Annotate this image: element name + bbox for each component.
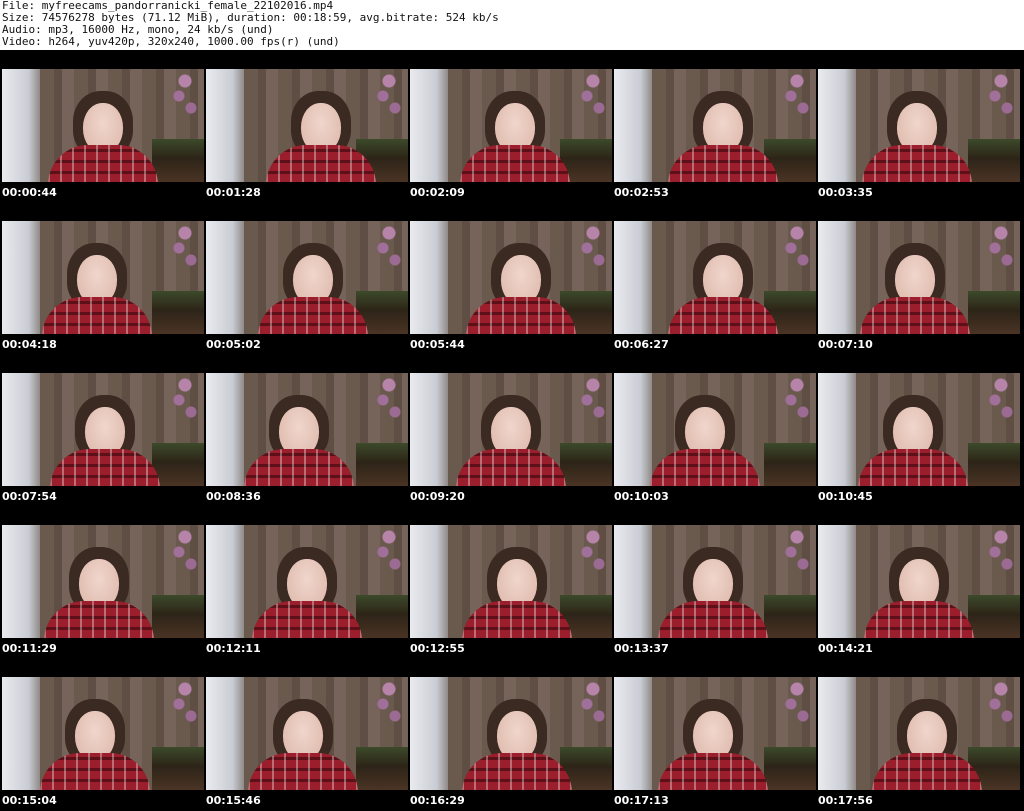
thumbnail-tile: 00:06:27 (612, 202, 816, 354)
thumbnail-tile: 00:00:44 (0, 50, 204, 202)
thumbnail-timestamp: 00:00:44 (2, 186, 57, 199)
thumbnail-tile: 00:12:11 (204, 506, 408, 658)
thumbnail-tile: 00:15:46 (204, 658, 408, 810)
file-name-line: File: myfreecams_pandorranicki_female_22… (2, 0, 334, 12)
video-frame-thumbnail (2, 221, 204, 334)
video-frame-thumbnail (410, 525, 612, 638)
thumbnail-timestamp: 00:15:04 (2, 794, 57, 807)
thumbnail-tile: 00:07:54 (0, 354, 204, 506)
thumbnail-timestamp: 00:06:27 (614, 338, 669, 351)
audio-info-line: Audio: mp3, 16000 Hz, mono, 24 kb/s (und… (2, 24, 274, 36)
thumbnail-timestamp: 00:14:21 (818, 642, 873, 655)
video-frame-thumbnail (818, 69, 1020, 182)
thumbnail-timestamp: 00:05:02 (206, 338, 261, 351)
video-frame-thumbnail (614, 677, 816, 790)
thumbnail-timestamp: 00:17:56 (818, 794, 873, 807)
thumbnail-tile: 00:15:04 (0, 658, 204, 810)
video-frame-thumbnail (2, 373, 204, 486)
video-frame-thumbnail (410, 69, 612, 182)
video-frame-thumbnail (614, 221, 816, 334)
thumbnail-timestamp: 00:08:36 (206, 490, 261, 503)
video-frame-thumbnail (206, 69, 408, 182)
video-info-line: Video: h264, yuv420p, 320x240, 1000.00 f… (2, 36, 340, 48)
thumbnail-timestamp: 00:01:28 (206, 186, 261, 199)
thumbnail-tile: 00:14:21 (816, 506, 1020, 658)
thumbnail-timestamp: 00:09:20 (410, 490, 465, 503)
thumbnail-timestamp: 00:03:35 (818, 186, 873, 199)
thumbnail-timestamp: 00:10:03 (614, 490, 669, 503)
thumbnail-tile: 00:05:02 (204, 202, 408, 354)
thumbnail-timestamp: 00:15:46 (206, 794, 261, 807)
video-frame-thumbnail (614, 525, 816, 638)
file-size-line: Size: 74576278 bytes (71.12 MiB), durati… (2, 12, 499, 24)
video-frame-thumbnail (410, 221, 612, 334)
thumbnail-tile: 00:10:03 (612, 354, 816, 506)
thumbnail-grid: 00:00:44 00:01:28 00:02:09 00:02:53 00:03:35… (0, 50, 1024, 811)
thumbnail-timestamp: 00:07:54 (2, 490, 57, 503)
thumbnail-tile: 00:11:29 (0, 506, 204, 658)
thumbnail-tile: 00:09:20 (408, 354, 612, 506)
thumbnail-timestamp: 00:12:11 (206, 642, 261, 655)
thumbnail-tile: 00:07:10 (816, 202, 1020, 354)
thumbnail-timestamp: 00:10:45 (818, 490, 873, 503)
thumbnail-tile: 00:13:37 (612, 506, 816, 658)
video-frame-thumbnail (206, 221, 408, 334)
video-frame-thumbnail (206, 677, 408, 790)
video-frame-thumbnail (614, 373, 816, 486)
video-frame-thumbnail (818, 373, 1020, 486)
thumbnail-tile: 00:04:18 (0, 202, 204, 354)
thumbnail-tile: 00:03:35 (816, 50, 1020, 202)
thumbnail-timestamp: 00:17:13 (614, 794, 669, 807)
video-frame-thumbnail (2, 677, 204, 790)
video-frame-thumbnail (206, 373, 408, 486)
video-frame-thumbnail (818, 677, 1020, 790)
thumbnail-timestamp: 00:04:18 (2, 338, 57, 351)
thumbnail-tile: 00:10:45 (816, 354, 1020, 506)
thumbnail-tile: 00:02:53 (612, 50, 816, 202)
thumbnail-timestamp: 00:02:53 (614, 186, 669, 199)
thumbnail-timestamp: 00:12:55 (410, 642, 465, 655)
thumbnail-tile: 00:02:09 (408, 50, 612, 202)
video-frame-thumbnail (206, 525, 408, 638)
video-frame-thumbnail (614, 69, 816, 182)
thumbnail-tile: 00:05:44 (408, 202, 612, 354)
video-frame-thumbnail (2, 525, 204, 638)
thumbnail-timestamp: 00:05:44 (410, 338, 465, 351)
video-frame-thumbnail (410, 373, 612, 486)
thumbnail-timestamp: 00:02:09 (410, 186, 465, 199)
thumbnail-tile: 00:12:55 (408, 506, 612, 658)
thumbnail-tile: 00:17:56 (816, 658, 1020, 810)
thumbnail-tile: 00:08:36 (204, 354, 408, 506)
video-frame-thumbnail (818, 221, 1020, 334)
thumbnail-timestamp: 00:13:37 (614, 642, 669, 655)
thumbnail-timestamp: 00:11:29 (2, 642, 57, 655)
video-frame-thumbnail (410, 677, 612, 790)
thumbnail-timestamp: 00:07:10 (818, 338, 873, 351)
thumbnail-tile: 00:16:29 (408, 658, 612, 810)
video-frame-thumbnail (2, 69, 204, 182)
thumbnail-tile: 00:17:13 (612, 658, 816, 810)
video-frame-thumbnail (818, 525, 1020, 638)
file-info-header: File: myfreecams_pandorranicki_female_22… (2, 0, 1022, 48)
thumbnail-tile: 00:01:28 (204, 50, 408, 202)
thumbnail-timestamp: 00:16:29 (410, 794, 465, 807)
